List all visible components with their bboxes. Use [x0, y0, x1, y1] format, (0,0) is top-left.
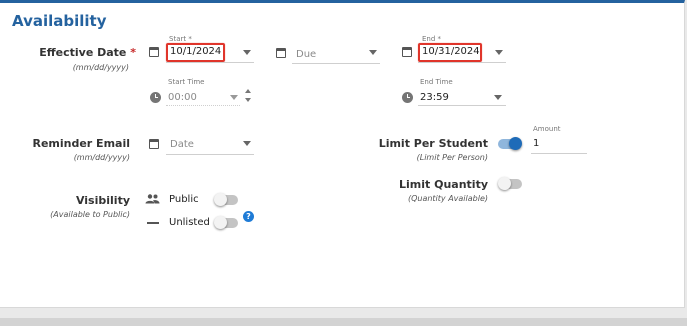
visibility-public-toggle[interactable] — [214, 193, 240, 207]
toggle-knob — [509, 137, 522, 150]
due-date-underline — [292, 63, 380, 64]
spin-up-icon[interactable] — [245, 89, 251, 93]
start-time-input[interactable]: 00:00 — [168, 92, 197, 103]
section-title: Availability — [12, 12, 107, 30]
start-time-caption: Start Time — [168, 78, 205, 86]
end-time-underline — [418, 105, 506, 106]
limit-per-student-toggle[interactable] — [498, 137, 524, 151]
reminder-date-underline — [166, 154, 254, 155]
chevron-down-icon[interactable] — [369, 50, 377, 55]
calendar-icon[interactable] — [149, 139, 159, 149]
calendar-icon[interactable] — [402, 47, 412, 57]
clock-icon — [150, 92, 161, 103]
amount-input[interactable]: 1 — [533, 138, 539, 149]
start-time-underline — [166, 105, 240, 106]
visibility-sub: (Available to Public) — [50, 210, 130, 219]
limit-per-student-label: Limit Per Student — [378, 137, 488, 150]
visibility-unlisted-toggle[interactable] — [214, 216, 240, 230]
visibility-label: Visibility — [75, 194, 130, 207]
limit-quantity-label: Limit Quantity — [399, 178, 488, 191]
visibility-unlisted-label: Unlisted — [169, 217, 210, 228]
start-date-underline — [166, 62, 254, 63]
reminder-email-format-hint: (mm/dd/yyyy) — [73, 153, 130, 162]
limit-quantity-toggle[interactable] — [498, 177, 524, 191]
start-date-input[interactable]: 10/1/2024 — [170, 46, 221, 57]
visibility-public-label: Public — [169, 194, 199, 205]
required-asterisk: * — [130, 46, 136, 59]
due-date-input[interactable]: Due — [296, 49, 316, 60]
end-time-input[interactable]: 23:59 — [420, 92, 449, 103]
limit-per-student-sub: (Limit Per Person) — [416, 153, 488, 162]
toggle-knob — [214, 193, 227, 206]
chevron-down-icon[interactable] — [243, 50, 251, 55]
end-date-input[interactable]: 10/31/2024 — [422, 46, 480, 57]
toggle-knob — [214, 216, 227, 229]
reminder-email-label: Reminder Email — [32, 137, 130, 150]
chevron-down-icon[interactable] — [230, 95, 238, 100]
chevron-down-icon[interactable] — [495, 50, 503, 55]
calendar-icon[interactable] — [276, 48, 286, 58]
end-date-underline — [418, 62, 506, 63]
effective-date-format-hint: (mm/dd/yyyy) — [72, 63, 129, 72]
end-time-caption: End Time — [420, 78, 453, 86]
spin-down-icon[interactable] — [245, 98, 251, 102]
calendar-icon[interactable] — [149, 47, 159, 57]
reminder-date-input[interactable]: Date — [170, 139, 194, 150]
effective-date-label: Effective Date * — [39, 46, 136, 59]
limit-quantity-sub: (Quantity Available) — [407, 194, 488, 203]
start-date-caption: Start * — [169, 35, 192, 43]
chevron-down-icon[interactable] — [494, 95, 502, 100]
help-icon[interactable]: ? — [243, 211, 254, 222]
chevron-down-icon[interactable] — [243, 141, 251, 146]
bottom-divider — [0, 318, 687, 326]
people-icon — [145, 194, 160, 204]
end-date-caption: End * — [422, 35, 442, 43]
amount-underline — [531, 153, 587, 154]
toggle-knob — [498, 177, 511, 190]
clock-icon — [402, 92, 413, 103]
amount-caption: Amount — [533, 125, 561, 133]
dash-icon — [147, 222, 159, 224]
